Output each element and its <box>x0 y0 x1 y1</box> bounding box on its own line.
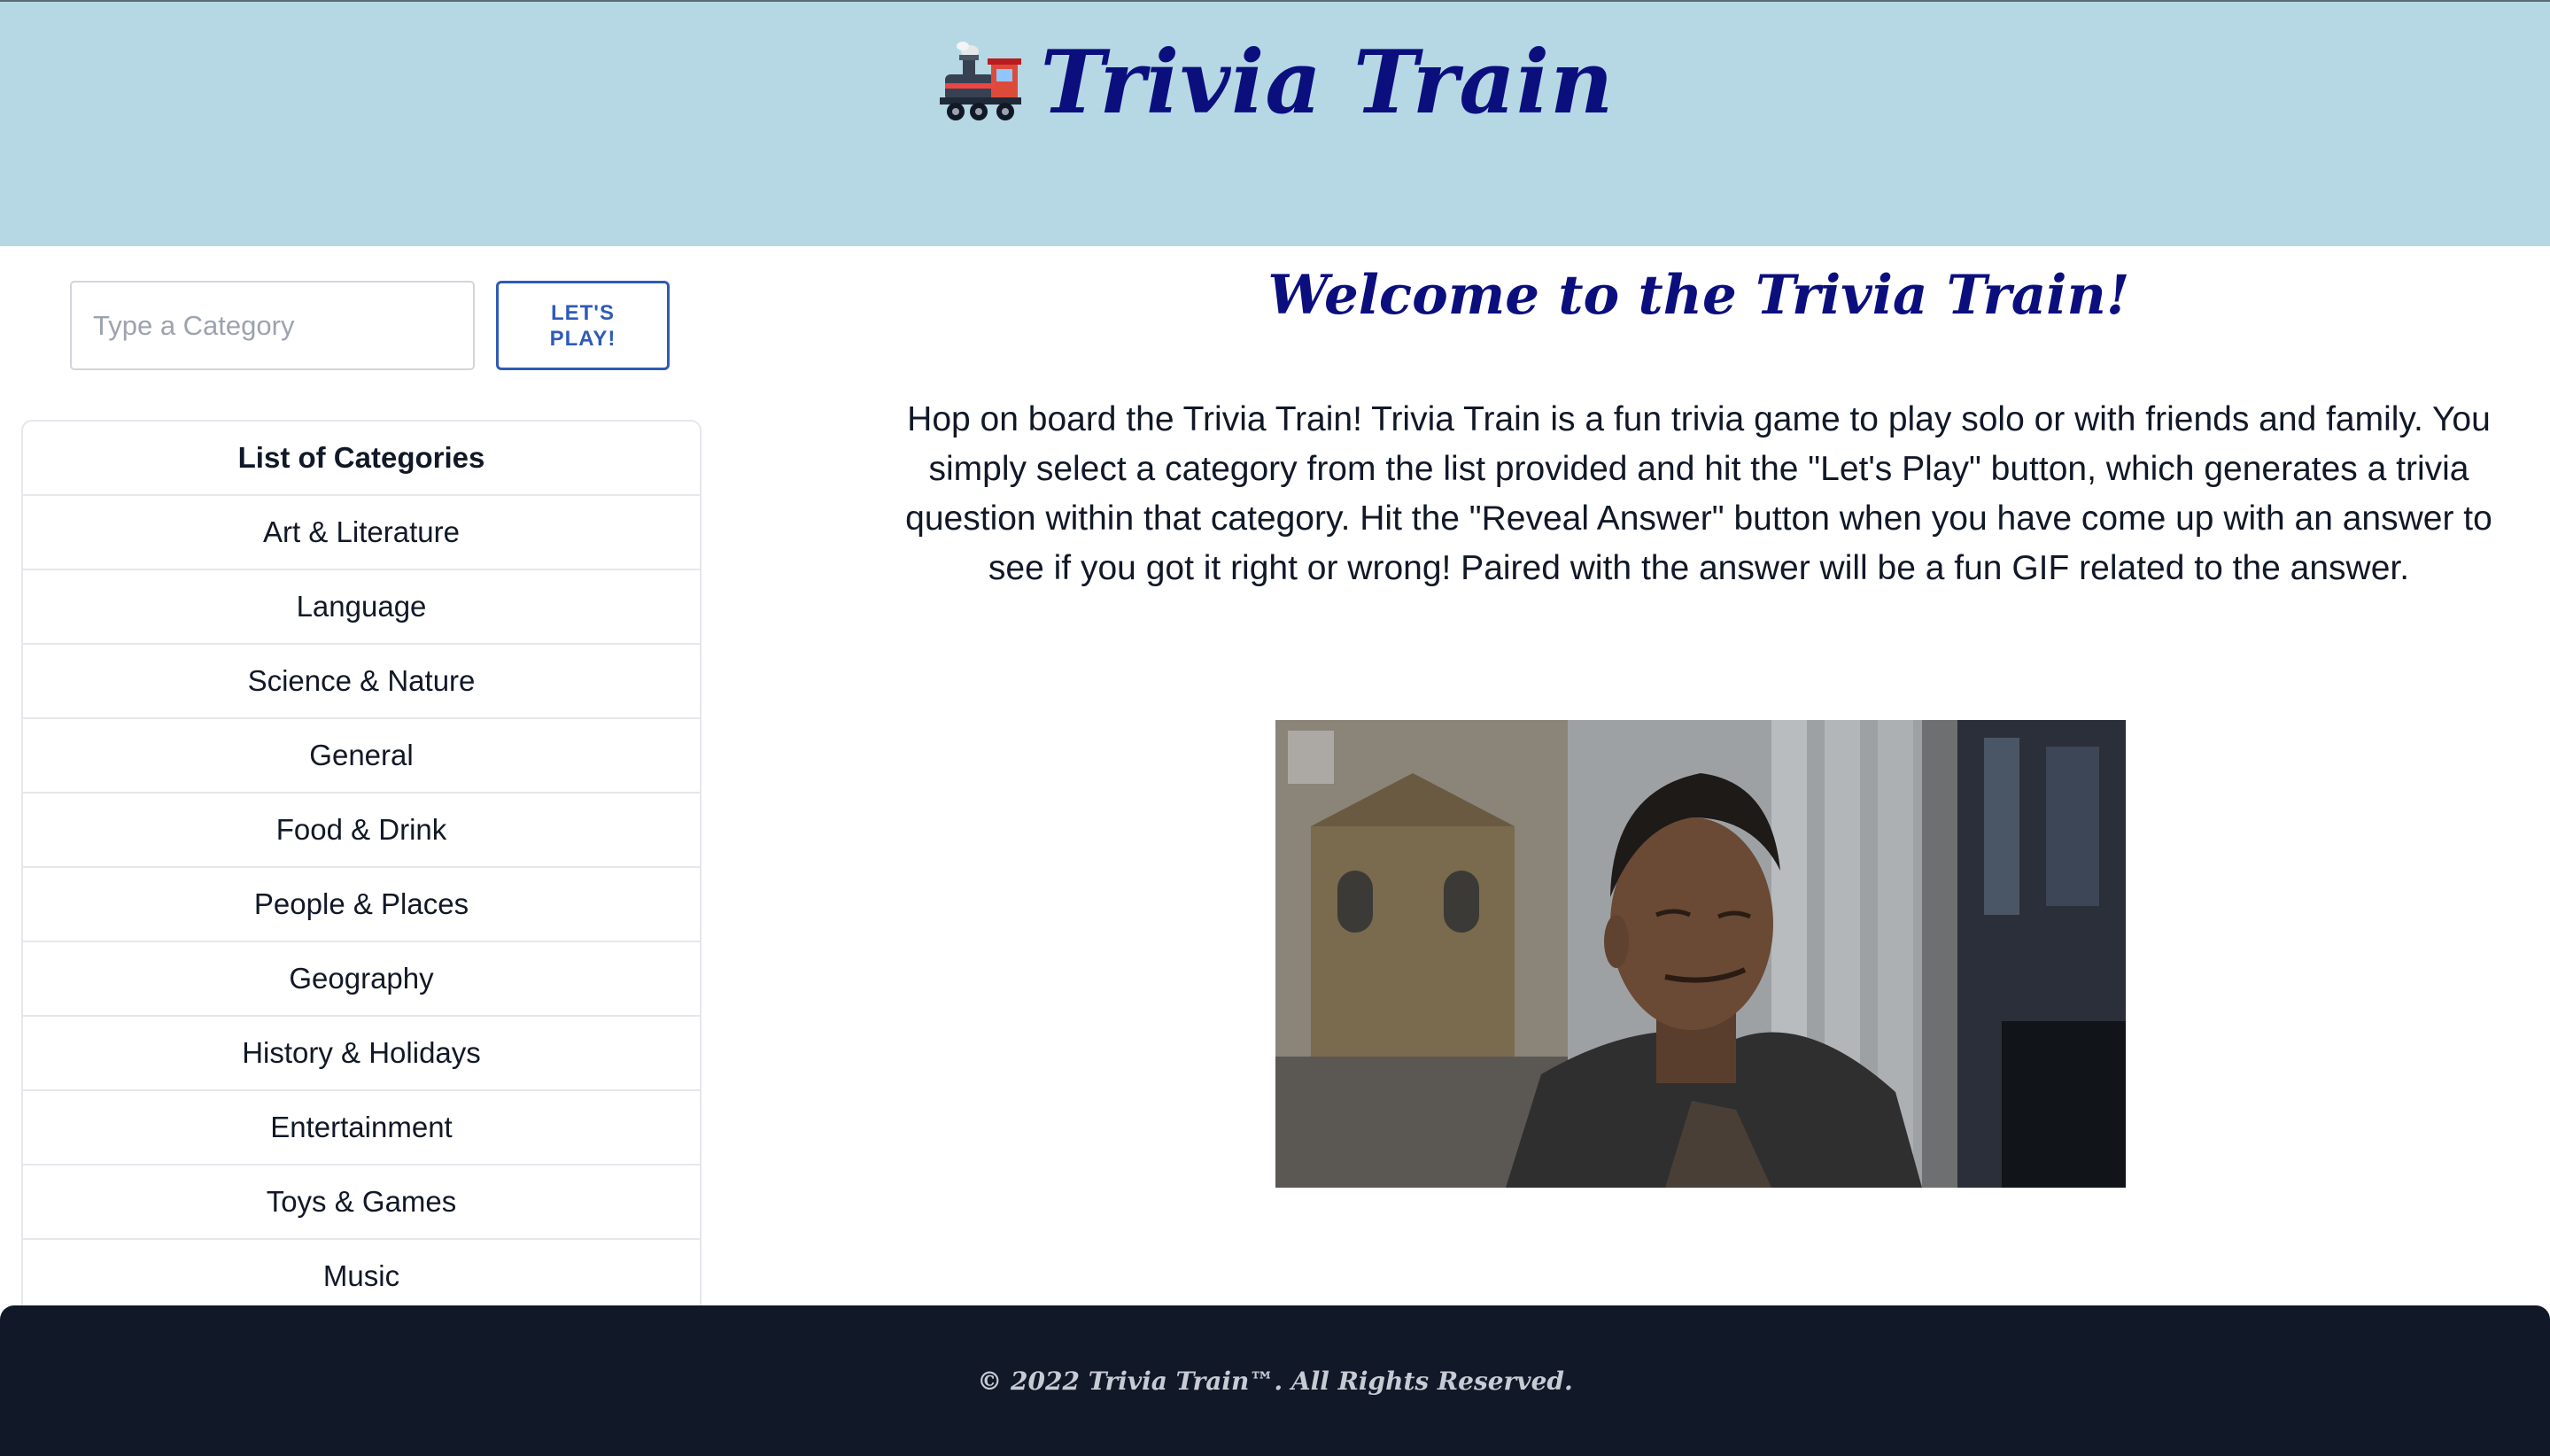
lets-play-button[interactable]: LET'S PLAY! <box>496 281 670 370</box>
site-title: Trivia Train <box>1040 32 1615 134</box>
category-item-food-drink[interactable]: Food & Drink <box>23 794 700 868</box>
category-item-history-holidays[interactable]: History & Holidays <box>23 1017 700 1091</box>
category-item-science-nature[interactable]: Science & Nature <box>23 645 700 719</box>
gif-illustration <box>1275 720 2126 1188</box>
category-item-geography[interactable]: Geography <box>23 942 700 1017</box>
category-item-art-literature[interactable]: Art & Literature <box>23 496 700 570</box>
site-header: Trivia Train <box>0 0 2550 246</box>
category-item-general[interactable]: General <box>23 719 700 794</box>
welcome-heading: Welcome to the Trivia Train! <box>1267 264 2130 327</box>
category-item-toys-games[interactable]: Toys & Games <box>23 1166 700 1240</box>
locomotive-icon <box>939 41 1021 120</box>
category-list: List of Categories Art & Literature Lang… <box>21 420 701 1307</box>
brand: Trivia Train <box>0 32 2550 134</box>
category-search-input[interactable] <box>70 281 475 370</box>
category-item-people-places[interactable]: People & Places <box>23 868 700 942</box>
category-list-heading: List of Categories <box>23 422 700 496</box>
copyright-text: © 2022 Trivia Train™. All Rights Reserve… <box>977 1366 1573 1396</box>
main-content: Welcome to the Trivia Train! Hop on boar… <box>896 257 2501 593</box>
category-item-music[interactable]: Music <box>23 1240 700 1307</box>
gif-image <box>1275 720 2126 1188</box>
category-item-entertainment[interactable]: Entertainment <box>23 1091 700 1166</box>
category-item-language[interactable]: Language <box>23 570 700 645</box>
intro-paragraph: Hop on board the Trivia Train! Trivia Tr… <box>905 400 2492 587</box>
site-footer: © 2022 Trivia Train™. All Rights Reserve… <box>0 1305 2550 1456</box>
